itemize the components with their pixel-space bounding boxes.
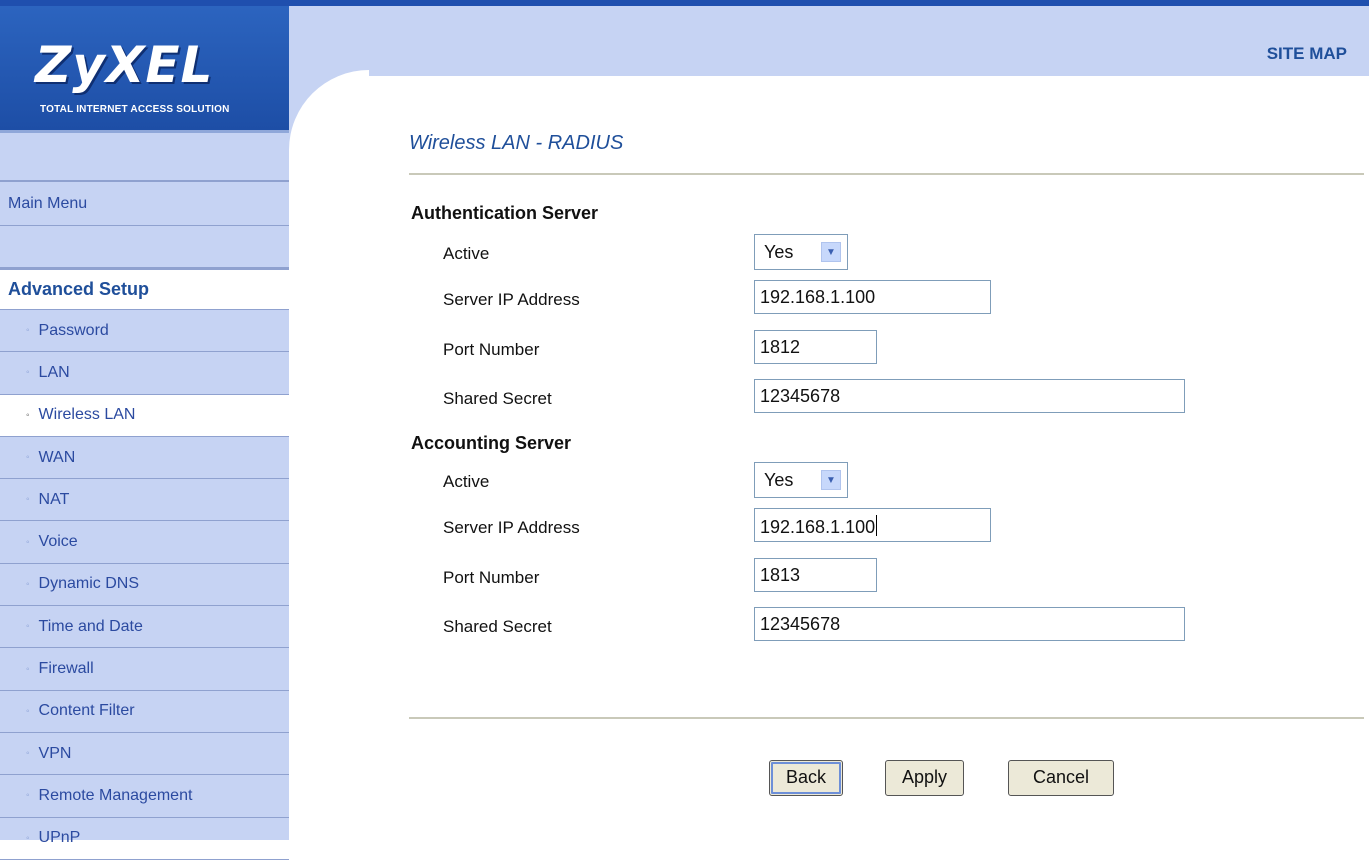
acct-active-label: Active	[443, 472, 490, 491]
bullet-icon: ◦	[26, 536, 30, 548]
auth-secret-label: Shared Secret	[443, 389, 552, 408]
auth-port-input[interactable]: 1812	[754, 330, 877, 364]
auth-ip-label: Server IP Address	[443, 290, 580, 309]
sidebar-item-label: VPN	[38, 744, 72, 762]
sidebar-item-label: WAN	[38, 448, 76, 466]
bullet-icon: ◦	[26, 621, 30, 633]
auth-active-label: Active	[443, 244, 490, 263]
auth-active-select[interactable]: Yes ▼	[754, 234, 848, 270]
zyxel-logo: ZyXEL	[35, 36, 214, 94]
site-map-link[interactable]: SITE MAP	[1267, 44, 1347, 64]
sidebar-item-label: Wireless LAN	[38, 406, 136, 424]
sidebar-item-label: Password	[38, 321, 109, 339]
sidebar-item-lan[interactable]: ◦ LAN	[0, 352, 289, 395]
bullet-icon: ◦	[26, 748, 30, 760]
sidebar-section-advanced-setup: Advanced Setup	[0, 268, 289, 310]
bullet-icon: ◦	[26, 663, 30, 675]
form-divider	[409, 717, 1364, 719]
bullet-icon: ◦	[26, 452, 30, 464]
bullet-icon: ◦	[26, 790, 30, 802]
sidebar-spacer	[0, 136, 289, 182]
sidebar-item-label: NAT	[38, 490, 70, 508]
sidebar-spacer	[0, 226, 289, 268]
sidebar-item-wireless-lan[interactable]: ◦ Wireless LAN	[0, 394, 289, 437]
bullet-icon: ◦	[26, 494, 30, 506]
sidebar-item-voice[interactable]: ◦ Voice	[0, 522, 289, 564]
sidebar-item-label: Dynamic DNS	[38, 575, 140, 593]
acct-secret-input[interactable]: 12345678	[754, 607, 1185, 641]
sidebar-item-label: Time and Date	[38, 617, 143, 635]
sidebar-item-content-filter[interactable]: ◦ Content Filter	[0, 691, 289, 733]
sidebar-item-vpn[interactable]: ◦ VPN	[0, 733, 289, 776]
back-button[interactable]: Back	[769, 760, 843, 796]
header-band	[289, 6, 1369, 76]
sidebar-item-nat[interactable]: ◦ NAT	[0, 479, 289, 522]
sidebar-item-wan[interactable]: ◦ WAN	[0, 437, 289, 480]
sidebar-item-label: Remote Management	[38, 786, 193, 804]
acct-ip-input[interactable]: 192.168.1.100	[754, 508, 991, 542]
sidebar-item-label: UPnP	[38, 829, 81, 847]
auth-server-heading: Authentication Server	[411, 203, 599, 223]
chevron-down-icon[interactable]: ▼	[821, 470, 841, 490]
apply-button[interactable]: Apply	[885, 760, 964, 796]
bullet-icon: ◦	[26, 578, 30, 590]
acct-server-heading: Accounting Server	[411, 433, 572, 453]
sidebar-item-label: Voice	[38, 533, 78, 551]
sidebar-item-remote-management[interactable]: ◦ Remote Management	[0, 775, 289, 818]
sidebar-item-firewall[interactable]: ◦ Firewall	[0, 648, 289, 691]
bullet-icon: ◦	[26, 409, 30, 421]
sidebar-item-time-and-date[interactable]: ◦ Time and Date	[0, 606, 289, 649]
bullet-icon: ◦	[26, 705, 30, 717]
sidebar: ZyXEL TOTAL INTERNET ACCESS SOLUTION Mai…	[0, 6, 289, 860]
auth-port-label: Port Number	[443, 340, 540, 359]
sidebar-item-label: Content Filter	[38, 702, 135, 720]
acct-ip-label: Server IP Address	[443, 518, 580, 537]
bullet-icon: ◦	[26, 325, 30, 337]
logo-tagline: TOTAL INTERNET ACCESS SOLUTION	[40, 104, 230, 115]
text-caret	[876, 515, 878, 536]
acct-port-label: Port Number	[443, 568, 540, 587]
sidebar-item-dynamic-dns[interactable]: ◦ Dynamic DNS	[0, 564, 289, 607]
sidebar-item-label: Firewall	[38, 660, 94, 678]
page-title: Wireless LAN - RADIUS	[409, 132, 624, 154]
title-divider	[409, 173, 1364, 175]
acct-secret-label: Shared Secret	[443, 617, 552, 636]
bullet-icon: ◦	[26, 832, 30, 844]
acct-active-value: Yes	[764, 470, 794, 490]
sidebar-item-label: LAN	[38, 363, 70, 381]
acct-active-select[interactable]: Yes ▼	[754, 462, 848, 498]
chevron-down-icon[interactable]: ▼	[821, 242, 841, 262]
logo-banner: ZyXEL TOTAL INTERNET ACCESS SOLUTION	[0, 6, 289, 133]
auth-active-value: Yes	[764, 242, 794, 262]
sidebar-item-upnp[interactable]: ◦ UPnP	[0, 818, 289, 860]
auth-ip-input[interactable]: 192.168.1.100	[754, 280, 991, 314]
bullet-icon: ◦	[26, 367, 30, 379]
sidebar-main-menu[interactable]: Main Menu	[0, 182, 289, 226]
auth-secret-input[interactable]: 12345678	[754, 379, 1185, 413]
cancel-button[interactable]: Cancel	[1008, 760, 1114, 796]
sidebar-item-password[interactable]: ◦ Password	[0, 310, 289, 353]
acct-port-input[interactable]: 1813	[754, 558, 877, 592]
